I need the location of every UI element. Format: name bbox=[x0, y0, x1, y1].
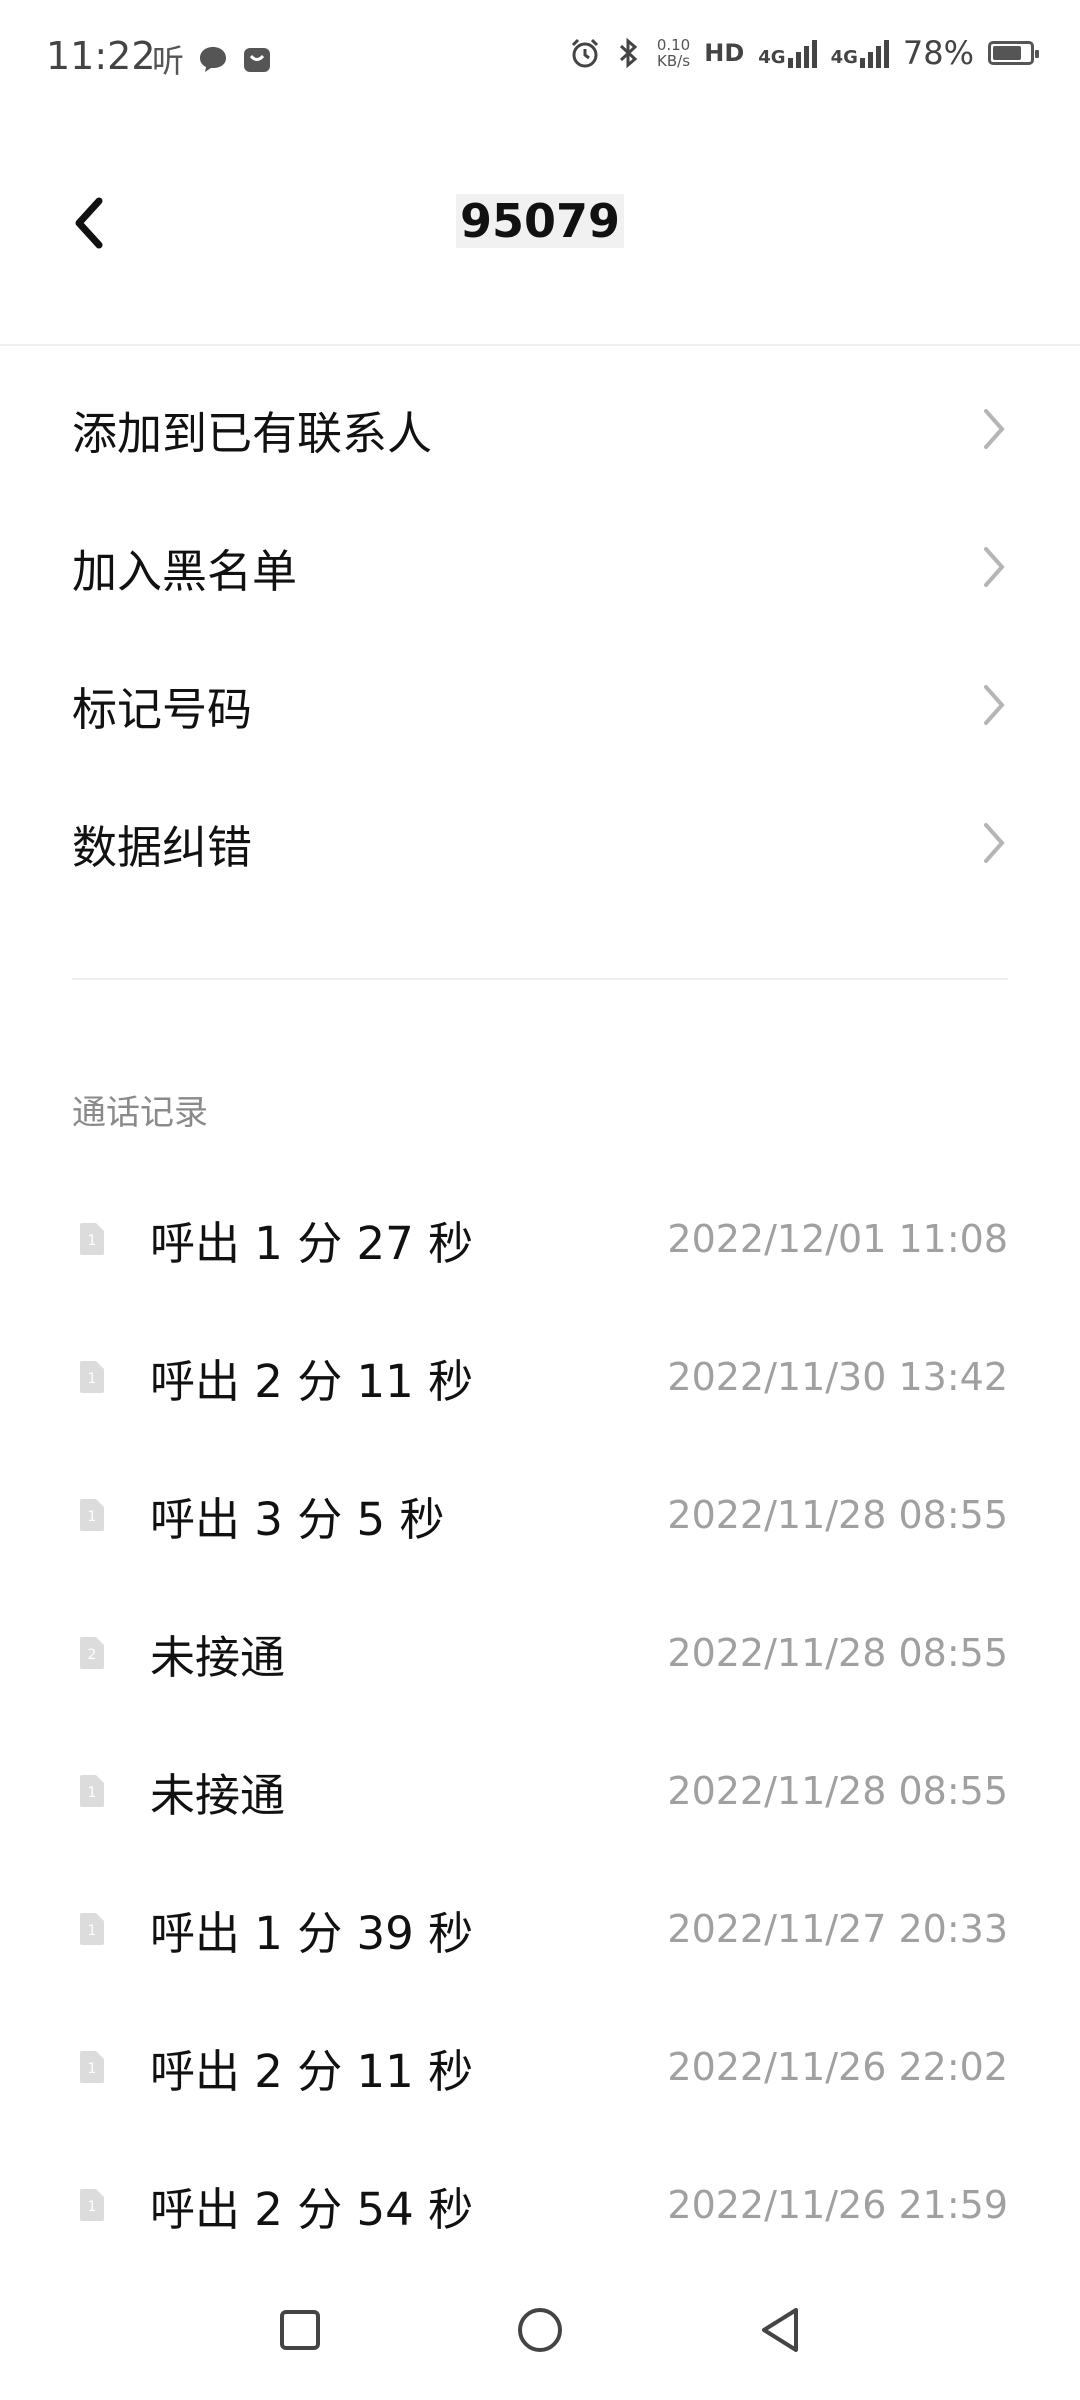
sim-card-icon: 1 bbox=[80, 2189, 104, 2221]
listen-app-icon: 听 bbox=[152, 42, 185, 80]
system-navigation-bar bbox=[0, 2270, 1080, 2400]
call-log-time: 2022/11/28 08:55 bbox=[667, 1631, 1008, 1675]
chevron-right-icon bbox=[984, 685, 1005, 725]
chevron-right-icon bbox=[984, 547, 1005, 587]
sim2-network-type: 4G bbox=[830, 47, 858, 68]
shopping-bag-icon bbox=[244, 48, 271, 72]
sim-card-icon: 2 bbox=[80, 1637, 104, 1669]
chevron-right-icon bbox=[984, 823, 1005, 863]
sim1-network-type: 4G bbox=[758, 47, 786, 68]
chevron-right-icon bbox=[984, 409, 1005, 449]
battery-percent: 78% bbox=[902, 34, 974, 72]
sim-slot-number: 1 bbox=[88, 1923, 97, 1939]
sim-card-icon: 1 bbox=[80, 1361, 104, 1393]
sim2-signal: 4G bbox=[831, 38, 889, 68]
signal-bars-icon bbox=[787, 38, 817, 68]
signal-bars-icon bbox=[859, 38, 889, 68]
call-log-time: 2022/11/26 22:02 bbox=[667, 2045, 1008, 2089]
home-button[interactable] bbox=[510, 2300, 570, 2360]
menu-item-label: 加入黑名单 bbox=[72, 544, 298, 598]
status-bar: 11:22 听 0.10 KB/s HD 4G 4G 78% bbox=[0, 0, 1080, 112]
call-log-row[interactable]: 1 呼出 3 分 5 秒 2022/11/28 08:55 bbox=[0, 1446, 1080, 1584]
menu-item-mark-number[interactable]: 标记号码 bbox=[0, 636, 1080, 774]
battery-level-fill bbox=[993, 46, 1021, 60]
page-title: 95079 bbox=[0, 194, 1080, 248]
status-time: 11:22 bbox=[46, 34, 156, 78]
sim-slot-number: 1 bbox=[88, 1233, 97, 1249]
section-divider bbox=[72, 978, 1008, 980]
menu-item-blacklist[interactable]: 加入黑名单 bbox=[0, 498, 1080, 636]
square-icon bbox=[280, 2310, 320, 2350]
nav-back-button[interactable] bbox=[750, 2300, 810, 2360]
sim-card-icon: 1 bbox=[80, 2051, 104, 2083]
call-log-label: 呼出 1 分 39 秒 bbox=[150, 1906, 474, 1960]
call-log-label: 未接通 bbox=[150, 1630, 286, 1684]
call-log-label: 呼出 2 分 54 秒 bbox=[150, 2182, 474, 2236]
sim-slot-number: 1 bbox=[88, 2199, 97, 2215]
call-log-label: 呼出 3 分 5 秒 bbox=[150, 1492, 445, 1546]
sim-slot-number: 2 bbox=[88, 1647, 97, 1663]
alarm-icon bbox=[571, 38, 598, 68]
circle-icon bbox=[518, 2308, 562, 2352]
call-log-row[interactable]: 2 未接通 2022/11/28 08:55 bbox=[0, 1584, 1080, 1722]
call-log-row[interactable]: 1 呼出 2 分 11 秒 2022/11/30 13:42 bbox=[0, 1308, 1080, 1446]
network-speed-value: 0.10 bbox=[656, 36, 691, 54]
call-log-label: 呼出 2 分 11 秒 bbox=[150, 1354, 474, 1408]
action-menu: 添加到已有联系人 加入黑名单 标记号码 数据纠错 bbox=[0, 360, 1080, 912]
menu-item-data-correction[interactable]: 数据纠错 bbox=[0, 774, 1080, 912]
call-log-list: 1 呼出 1 分 27 秒 2022/12/01 11:08 1 呼出 2 分 … bbox=[0, 1170, 1080, 2274]
call-log-row[interactable]: 1 呼出 2 分 54 秒 2022/11/26 21:59 bbox=[0, 2136, 1080, 2274]
status-notification-icons: 听 bbox=[152, 36, 272, 82]
call-log-time: 2022/12/01 11:08 bbox=[667, 1217, 1008, 1261]
bluetooth-icon bbox=[619, 37, 638, 69]
sim1-signal: 4G bbox=[758, 38, 817, 68]
hd-voice-icon: HD bbox=[704, 39, 745, 67]
menu-item-label: 标记号码 bbox=[72, 682, 253, 736]
message-bubble-icon bbox=[200, 47, 227, 72]
sim-slot-number: 1 bbox=[88, 1785, 97, 1801]
sim-slot-number: 1 bbox=[88, 1371, 97, 1387]
call-log-time: 2022/11/27 20:33 bbox=[667, 1907, 1008, 1951]
menu-item-add-to-contact[interactable]: 添加到已有联系人 bbox=[0, 360, 1080, 498]
call-log-title: 通话记录 bbox=[72, 1093, 208, 1133]
call-log-label: 呼出 1 分 27 秒 bbox=[150, 1216, 474, 1270]
battery-icon bbox=[988, 41, 1039, 65]
sim-card-icon: 1 bbox=[80, 1913, 104, 1945]
sim-card-icon: 1 bbox=[80, 1223, 104, 1255]
call-log-row[interactable]: 1 呼出 2 分 11 秒 2022/11/26 22:02 bbox=[0, 1998, 1080, 2136]
call-log-time: 2022/11/30 13:42 bbox=[667, 1355, 1008, 1399]
call-log-time: 2022/11/26 21:59 bbox=[667, 2183, 1008, 2227]
network-speed-unit: KB/s bbox=[657, 52, 691, 70]
call-log-time: 2022/11/28 08:55 bbox=[667, 1493, 1008, 1537]
phone-number: 95079 bbox=[455, 194, 625, 248]
call-log-row[interactable]: 1 呼出 1 分 39 秒 2022/11/27 20:33 bbox=[0, 1860, 1080, 1998]
call-log-label: 呼出 2 分 11 秒 bbox=[150, 2044, 474, 2098]
call-log-time: 2022/11/28 08:55 bbox=[667, 1769, 1008, 1813]
sim-card-icon: 1 bbox=[80, 1499, 104, 1531]
triangle-back-icon bbox=[762, 2308, 798, 2352]
network-speed: 0.10 KB/s bbox=[657, 37, 690, 69]
menu-item-label: 数据纠错 bbox=[72, 820, 253, 874]
sim-slot-number: 1 bbox=[88, 2061, 97, 2077]
sim-slot-number: 1 bbox=[88, 1509, 97, 1525]
status-system-icons: 0.10 KB/s HD 4G 4G 78% bbox=[569, 34, 1039, 72]
call-log-row[interactable]: 1 呼出 1 分 27 秒 2022/12/01 11:08 bbox=[0, 1170, 1080, 1308]
top-app-bar: 95079 bbox=[0, 150, 1080, 300]
menu-item-label: 添加到已有联系人 bbox=[72, 406, 433, 460]
recent-apps-button[interactable] bbox=[270, 2300, 330, 2360]
call-log-row[interactable]: 1 未接通 2022/11/28 08:55 bbox=[0, 1722, 1080, 1860]
contact-detail-screen: 11:22 听 0.10 KB/s HD 4G 4G 78% 95079 添加到… bbox=[0, 0, 1080, 2400]
call-log-label: 未接通 bbox=[150, 1768, 286, 1822]
sim-card-icon: 1 bbox=[80, 1775, 104, 1807]
header-divider bbox=[0, 344, 1080, 346]
